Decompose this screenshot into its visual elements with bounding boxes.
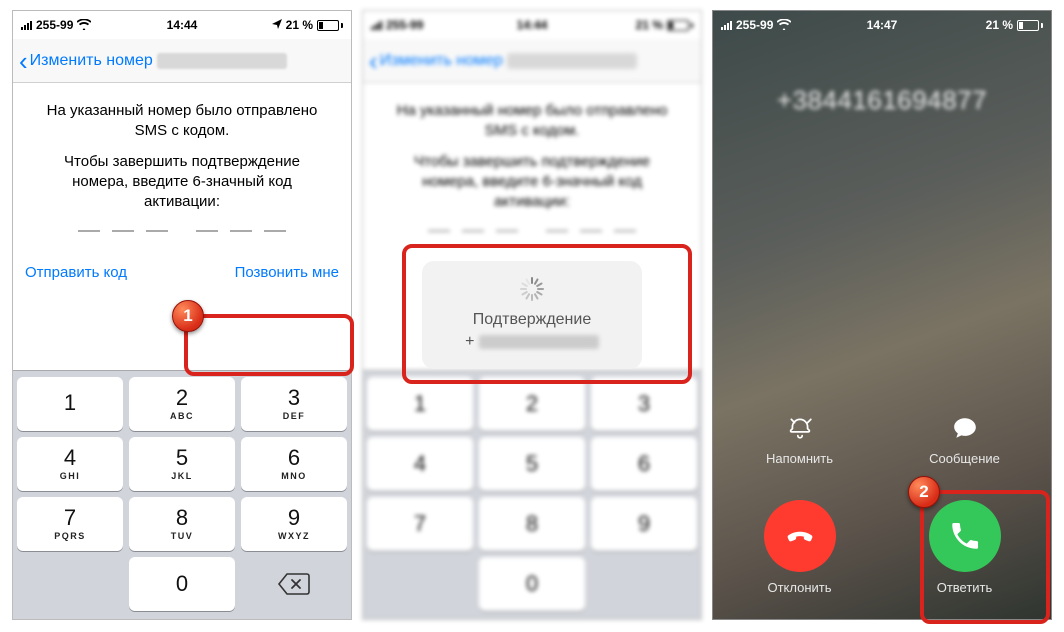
message-button[interactable]: Сообщение bbox=[912, 413, 1017, 466]
message-icon bbox=[950, 413, 980, 443]
key-1[interactable]: 1 bbox=[17, 377, 123, 431]
location-icon bbox=[272, 18, 282, 32]
screenshot-3-incoming-call: 255-99 14:47 21 % +3844161694877 bbox=[712, 10, 1052, 620]
decline-button[interactable]: Отклонить bbox=[747, 500, 852, 595]
signal-icon bbox=[721, 20, 732, 30]
key-8[interactable]: 8TUV bbox=[129, 497, 235, 551]
backspace-icon bbox=[277, 572, 311, 596]
wifi-icon bbox=[777, 19, 791, 32]
carrier-label: 255-99 bbox=[36, 18, 73, 32]
call-me-link[interactable]: Позвонить мне bbox=[235, 264, 339, 281]
back-button[interactable]: ‹ Изменить номер bbox=[13, 48, 153, 74]
code-input-dashes[interactable] bbox=[37, 230, 327, 232]
wifi-icon bbox=[77, 19, 91, 32]
caller-number: +3844161694877 bbox=[713, 85, 1051, 116]
decline-label: Отклонить bbox=[767, 580, 831, 595]
key-4[interactable]: 4GHI bbox=[17, 437, 123, 491]
key-6[interactable]: 6MNO bbox=[241, 437, 347, 491]
key-2[interactable]: 2ABC bbox=[129, 377, 235, 431]
key-blank bbox=[17, 557, 123, 611]
caller-id: +3844161694877 bbox=[713, 85, 1051, 116]
remind-label: Напомнить bbox=[766, 451, 833, 466]
modal-number: + bbox=[448, 333, 616, 351]
alarm-icon bbox=[785, 413, 815, 443]
modal-number-blurred bbox=[479, 335, 599, 349]
key-5[interactable]: 5JKL bbox=[129, 437, 235, 491]
back-label: Изменить номер bbox=[30, 52, 153, 70]
battery-pct-label: 21 % bbox=[986, 18, 1013, 32]
battery-icon bbox=[317, 20, 343, 31]
carrier-label: 255-99 bbox=[736, 18, 773, 32]
signal-icon bbox=[21, 20, 32, 30]
battery-pct-label: 21 % bbox=[286, 18, 313, 32]
spinner-icon bbox=[520, 277, 544, 301]
answer-button[interactable]: Ответить bbox=[912, 500, 1017, 595]
hangup-icon bbox=[783, 519, 817, 553]
status-bar: 255-99 14:44 21 % bbox=[13, 11, 351, 39]
modal-title: Подтверждение bbox=[448, 311, 616, 329]
chevron-left-icon: ‹ bbox=[19, 48, 28, 74]
message-label: Сообщение bbox=[929, 451, 1000, 466]
sms-line-1: На указанный номер было отправлено SMS с… bbox=[37, 101, 327, 142]
key-9[interactable]: 9WXYZ bbox=[241, 497, 347, 551]
status-bar: 255-99 14:47 21 % bbox=[713, 11, 1051, 39]
sms-instructions: На указанный номер было отправлено SMS с… bbox=[13, 83, 351, 238]
phone-icon bbox=[948, 519, 982, 553]
numeric-keypad: 1 2ABC 3DEF 4GHI 5JKL 6MNO 7PQRS 8TUV 9W… bbox=[13, 370, 351, 619]
key-backspace[interactable] bbox=[241, 557, 347, 611]
action-row: Отправить код Позвонить мне bbox=[13, 264, 351, 295]
sms-line-2: Чтобы завершить подтверждение номера, вв… bbox=[37, 152, 327, 213]
decline-circle bbox=[764, 500, 836, 572]
answer-circle bbox=[929, 500, 1001, 572]
nav-title-blurred bbox=[157, 53, 287, 69]
screenshot-1-verify-sms: 255-99 14:44 21 % ‹ Изменить номер bbox=[12, 10, 352, 620]
resend-code-link[interactable]: Отправить код bbox=[25, 264, 127, 281]
call-actions: Напомнить Сообщение Отклонить bbox=[713, 413, 1051, 595]
nav-header: ‹ Изменить номер bbox=[13, 39, 351, 83]
key-3[interactable]: 3DEF bbox=[241, 377, 347, 431]
remind-button[interactable]: Напомнить bbox=[747, 413, 852, 466]
answer-label: Ответить bbox=[937, 580, 993, 595]
confirmation-modal: Подтверждение + bbox=[422, 261, 642, 369]
key-0[interactable]: 0 bbox=[129, 557, 235, 611]
confirmation-modal-wrap: Подтверждение + bbox=[362, 10, 702, 620]
key-7[interactable]: 7PQRS bbox=[17, 497, 123, 551]
battery-icon bbox=[1017, 20, 1043, 31]
